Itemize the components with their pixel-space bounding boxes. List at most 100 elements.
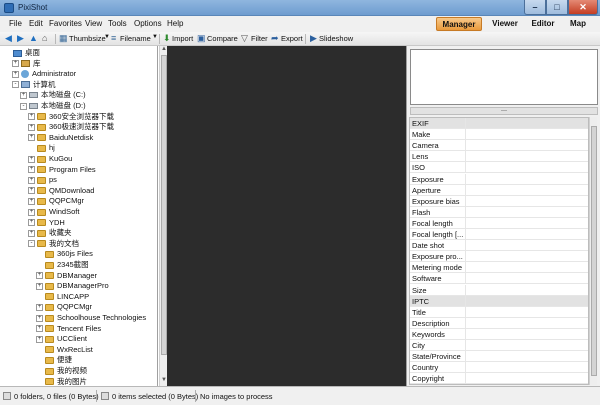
- metadata-row[interactable]: Copyright: [410, 373, 588, 384]
- collapse-icon[interactable]: -: [20, 102, 27, 110]
- tree-item[interactable]: LINCAPP: [36, 292, 89, 302]
- metadata-group-header[interactable]: IPTC: [410, 295, 588, 307]
- tree-item[interactable]: + DBManager: [36, 271, 97, 281]
- tree-item[interactable]: 2345截图: [36, 260, 89, 270]
- metadata-row[interactable]: Exposure bias: [410, 195, 588, 207]
- expand-icon[interactable]: +: [28, 134, 35, 142]
- tab-viewer[interactable]: Viewer: [486, 17, 524, 31]
- metadata-row[interactable]: Focal length [...: [410, 229, 588, 240]
- expand-icon[interactable]: +: [28, 187, 35, 195]
- thumbnail-browser[interactable]: [167, 46, 406, 386]
- tree-item[interactable]: 桌面: [4, 48, 40, 58]
- tree-item[interactable]: + QQPCMgr: [28, 196, 84, 206]
- expand-icon[interactable]: +: [12, 70, 19, 78]
- tree-item[interactable]: - 我的文档: [28, 239, 79, 249]
- metadata-row[interactable]: State/Province: [410, 351, 588, 363]
- metadata-row[interactable]: Lens: [410, 151, 588, 163]
- thumbsize-button[interactable]: Thumbsize: [69, 34, 106, 43]
- tree-item[interactable]: 便捷: [36, 355, 72, 365]
- metadata-row[interactable]: Date shot: [410, 240, 588, 252]
- metadata-row[interactable]: Focal length: [410, 217, 588, 229]
- expand-icon[interactable]: +: [20, 91, 27, 99]
- expand-icon[interactable]: +: [28, 219, 35, 227]
- metadata-row[interactable]: Title: [410, 306, 588, 318]
- slideshow-button[interactable]: Slideshow: [319, 34, 353, 43]
- metadata-row[interactable]: Aperture: [410, 184, 588, 196]
- metadata-row[interactable]: Exposure: [410, 173, 588, 185]
- expand-icon[interactable]: +: [28, 155, 35, 163]
- tree-item[interactable]: + KuGou: [28, 154, 72, 164]
- folder-tree[interactable]: 桌面 + 库 + Administrator - 计算机 + 本地磁盘 (C:) - 本地磁盘 (D…: [0, 46, 158, 386]
- tab-map[interactable]: Map: [564, 17, 592, 31]
- chevron-down-icon[interactable]: ▼: [152, 34, 158, 40]
- expand-icon[interactable]: +: [28, 197, 35, 205]
- tree-item[interactable]: + Schoolhouse Technologies: [36, 313, 146, 323]
- tree-item[interactable]: - 计算机: [12, 80, 56, 90]
- collapse-icon[interactable]: -: [28, 240, 35, 248]
- scrollbar-thumb[interactable]: [591, 126, 597, 376]
- tree-item[interactable]: + YDH: [28, 218, 65, 228]
- metadata-row[interactable]: Keywords: [410, 328, 588, 340]
- tree-item[interactable]: + DBManagerPro: [36, 281, 109, 291]
- metadata-row[interactable]: Software: [410, 273, 588, 285]
- metadata-row[interactable]: Make: [410, 129, 588, 141]
- tree-item[interactable]: + BaiduNetdisk: [28, 133, 93, 143]
- minimize-button[interactable]: –: [524, 0, 546, 15]
- tree-item[interactable]: + Program Files: [28, 165, 96, 175]
- up-arrow-icon[interactable]: ▲: [29, 34, 38, 43]
- menu-favorites[interactable]: Favorites: [49, 19, 82, 28]
- expand-icon[interactable]: +: [36, 325, 43, 333]
- expand-icon[interactable]: +: [36, 272, 43, 280]
- tree-item[interactable]: - 本地磁盘 (D:): [20, 101, 86, 111]
- expand-icon[interactable]: +: [28, 208, 35, 216]
- expand-icon[interactable]: +: [28, 113, 35, 121]
- filter-button[interactable]: Filter: [251, 34, 268, 43]
- tree-item[interactable]: + 库: [12, 59, 41, 69]
- expand-icon[interactable]: +: [28, 176, 35, 184]
- menu-file[interactable]: File: [9, 19, 22, 28]
- metadata-row[interactable]: Description: [410, 317, 588, 329]
- tree-item[interactable]: hj: [28, 143, 55, 153]
- metadata-scrollbar[interactable]: [589, 117, 597, 385]
- tree-item[interactable]: + Administrator: [12, 69, 76, 79]
- tree-item[interactable]: + UCClient: [36, 334, 87, 344]
- tree-item[interactable]: + 本地磁盘 (C:): [20, 90, 86, 100]
- tree-item[interactable]: +360安全浏览器下载: [28, 112, 114, 122]
- tab-editor[interactable]: Editor: [527, 17, 559, 31]
- tab-manager[interactable]: Manager: [436, 17, 482, 31]
- filename-sort-button[interactable]: Filename: [120, 34, 151, 43]
- close-button[interactable]: ✕: [568, 0, 598, 15]
- metadata-row[interactable]: ISO: [410, 162, 588, 174]
- metadata-row[interactable]: City: [410, 340, 588, 351]
- tree-item[interactable]: + ps: [28, 175, 57, 185]
- tree-item[interactable]: + WindSoft: [28, 207, 79, 217]
- tree-item[interactable]: + 收藏夹: [28, 228, 72, 238]
- metadata-row[interactable]: Flash: [410, 206, 588, 218]
- home-icon[interactable]: ⌂: [42, 34, 47, 43]
- tree-item[interactable]: + QMDownload: [28, 186, 94, 196]
- expand-icon[interactable]: +: [36, 282, 43, 290]
- expand-icon[interactable]: +: [36, 303, 43, 311]
- metadata-group-header[interactable]: EXIF: [410, 118, 588, 129]
- forward-arrow-icon[interactable]: ▶: [17, 34, 24, 43]
- menu-help[interactable]: Help: [167, 19, 183, 28]
- tree-item[interactable]: WxRecList: [36, 345, 93, 355]
- metadata-row[interactable]: Metering mode: [410, 262, 588, 274]
- tree-item[interactable]: + QQPCMgr: [36, 302, 92, 312]
- tree-item[interactable]: + Tencent Files: [36, 324, 101, 334]
- menu-options[interactable]: Options: [134, 19, 162, 28]
- tree-item[interactable]: +360极速浏览器下载: [28, 122, 114, 132]
- metadata-row[interactable]: Country: [410, 362, 588, 374]
- compare-button[interactable]: Compare: [207, 34, 238, 43]
- export-button[interactable]: Export: [281, 34, 303, 43]
- expand-icon[interactable]: +: [28, 229, 35, 237]
- tree-scrollbar[interactable]: ▲ ▼: [159, 46, 167, 386]
- expand-icon[interactable]: +: [12, 60, 19, 68]
- metadata-row[interactable]: Camera: [410, 140, 588, 152]
- tree-item[interactable]: 我的图片: [36, 377, 87, 386]
- import-button[interactable]: Import: [172, 34, 193, 43]
- expand-icon[interactable]: +: [36, 335, 43, 343]
- tree-item[interactable]: 我的视频: [36, 366, 87, 376]
- menu-view[interactable]: View: [85, 19, 102, 28]
- tree-item[interactable]: 360js Files: [36, 249, 93, 259]
